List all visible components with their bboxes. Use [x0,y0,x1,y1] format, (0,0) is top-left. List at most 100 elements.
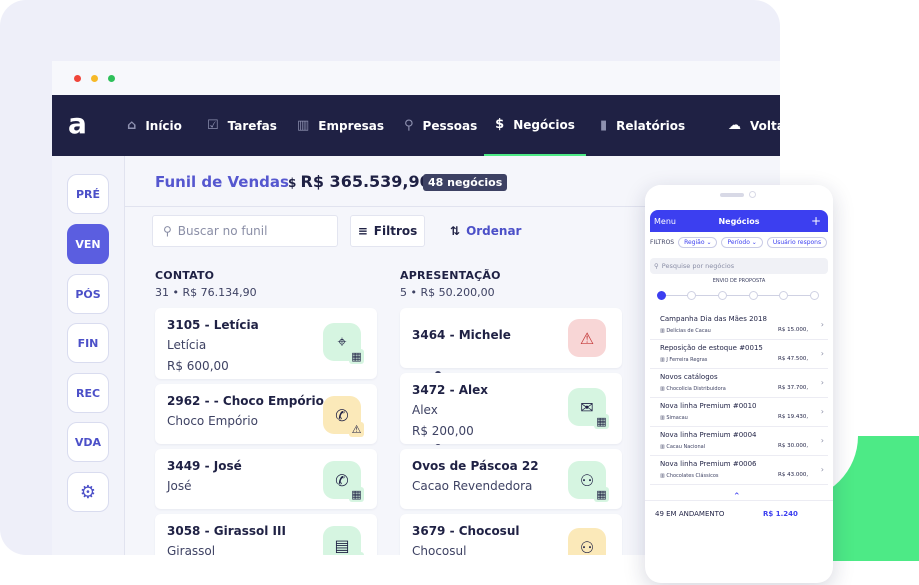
chevron-right-icon: › [820,349,824,358]
stage-step[interactable] [749,291,758,300]
phone-call-icon[interactable]: ✆ ⚠ [323,396,364,437]
document-icon[interactable]: ▤▦ [323,526,364,555]
sidebar-item-rec[interactable]: REC [67,373,109,413]
sidebar-item-ven[interactable]: VEN [67,224,109,264]
calendar-icon: ▦ [349,349,364,364]
sort-icon: ⇅ [450,224,461,238]
deal-value: R$ 30.000, [778,443,809,449]
page-title: Funil de Vendas [155,173,289,191]
sidebar-item-vda[interactable]: VDA [67,422,109,462]
deal-contact: Alex [412,403,438,417]
chevron-right-icon: › [820,465,824,474]
deal-card[interactable]: 3464 - Michele ⚠ [400,308,622,368]
alert-triangle-icon[interactable]: ⚠ [568,319,606,357]
phone-mockup: Menu Negócios + FILTROS Região ⌄ Período… [645,185,833,583]
nav-item-empresas[interactable]: ▥ Empresas [297,95,384,156]
warning-icon: ⚠ [349,422,364,437]
search-icon: ⚲ [654,262,659,270]
chevron-right-icon: › [820,378,824,387]
chevron-up-icon[interactable]: ⌃ [733,492,741,502]
deal-card[interactable]: 3105 - Letícia Letícia R$ 600,00 ⌖ ▦ [155,308,377,379]
chevron-right-icon: › [820,436,824,445]
column-summary-contato: 31 • R$ 76.134,90 [155,286,257,299]
deal-title: Novos catálogos [660,373,718,381]
people-icon[interactable]: ⚇ [568,528,606,555]
stage-step[interactable] [810,291,819,300]
chip-label: Região [684,238,705,246]
sidebar-settings-gear-icon[interactable]: ⚙ [67,472,109,512]
list-item[interactable]: Nova linha Premium #0010 ▥ Simacau R$ 19… [650,398,828,427]
nav-item-pessoas[interactable]: ⚲ Pessoas [404,95,477,156]
nav-item-tarefas[interactable]: ☑ Tarefas [207,95,277,156]
maximize-dot-icon[interactable] [108,75,115,82]
list-item[interactable]: Novos catálogos ▥ Chocolicia Distribuido… [650,369,828,398]
list-item[interactable]: Nova linha Premium #0004 ▥ Cacau Naciona… [650,427,828,456]
chip-label: Usuário respons [772,238,822,246]
nav-label: Início [145,118,182,133]
calendar-icon: ▦ [349,487,364,502]
minimize-dot-icon[interactable] [91,75,98,82]
chip-usuario[interactable]: Usuário respons [766,236,828,248]
chip-regiao[interactable]: Região ⌄ [678,236,718,248]
list-item[interactable]: Campanha Dia das Mães 2018 ▥ Delícias de… [650,311,828,340]
deal-card[interactable]: 3679 - Chocosul Chocosul ⚇ [400,514,622,555]
building-icon: ▥ [297,118,310,133]
sort-button[interactable]: ⇅ Ordenar [450,215,521,247]
company-name: Delícias de Cacau [666,328,711,334]
sidebar-item-pre[interactable]: PRÉ [67,174,109,214]
filters-label: Filtros [373,224,418,238]
close-dot-icon[interactable] [74,75,81,82]
column-title-apresentacao: APRESENTAÇÃO [400,269,501,282]
nav-item-relatorios[interactable]: ▮ Relatórios [600,95,685,156]
stage-step[interactable] [687,291,696,300]
dollar-cycle-icon: $ [288,176,301,190]
nav-label: Negócios [513,117,575,132]
deal-contact: Chocosul [412,544,467,555]
nav-item-inicio[interactable]: ⌂ Início [127,95,182,156]
deal-contact: Letícia [167,338,207,352]
deal-contact: José [167,479,192,493]
list-item[interactable]: Reposição de estoque #0015 ▥ J Ferreira … [650,340,828,369]
nav-item-volta[interactable]: ☁ Volta [728,95,780,156]
deal-title: Reposição de estoque #0015 [660,344,763,352]
deal-card[interactable]: 3058 - Girassol III Girassol ▤▦ [155,514,377,555]
deal-card[interactable]: Ovos de Páscoa 22 Cacao Revendedora ⚇ ▦ [400,449,622,509]
phone-call-icon[interactable]: ✆ ▦ [323,461,364,502]
in-progress-count: 49 EM ANDAMENTO [655,510,725,518]
chevron-right-icon: › [820,320,824,329]
cloud-return-icon: ☁ [728,118,741,133]
nav-label: Relatórios [616,118,686,133]
bar-chart-icon: ▮ [600,118,608,133]
search-icon: ⚲ [163,224,172,238]
deal-value: R$ 200,00 [412,424,474,438]
people-icon[interactable]: ⚇ ▦ [568,461,609,502]
phone-footer: ⌃ 49 EM ANDAMENTO R$ 1.240 [645,492,833,530]
stage-step[interactable] [657,291,666,300]
deal-company: ▥ Cacau Nacional [660,444,706,450]
phone-add-button[interactable]: + [811,214,821,228]
stepper-line [661,295,815,296]
sidebar-item-pos[interactable]: PÓS [67,274,109,314]
sidebar-item-fin[interactable]: FIN [67,323,109,363]
app-logo[interactable]: a [68,110,96,138]
location-pin-icon[interactable]: ⌖ ▦ [323,323,364,364]
nav-item-negocios[interactable]: $ Negócios [484,95,586,156]
deal-card[interactable]: 2962 - - Choco Empório Choco Empório ✆ ⚠ [155,384,377,444]
deal-card[interactable]: 3449 - José José ✆ ▦ [155,449,377,509]
chip-periodo[interactable]: Período ⌄ [721,236,763,248]
stage-step[interactable] [718,291,727,300]
company-name: Cacau Nacional [666,444,706,450]
in-progress-value: R$ 1.240 [763,510,798,518]
home-icon: ⌂ [127,118,137,133]
stage-step[interactable] [779,291,788,300]
deal-card[interactable]: 3472 - Alex Alex R$ 200,00 ✉ ▦ [400,373,622,444]
funnel-search-input[interactable]: ⚲ Buscar no funil [152,215,338,247]
browser-titlebar [52,61,780,95]
deal-title: Nova linha Premium #0010 [660,402,757,410]
deal-company: ▥ Chocolates Clássicos [660,473,719,479]
phone-search-input[interactable]: ⚲ Pesquise por negócios [650,258,828,274]
list-item[interactable]: Nova linha Premium #0006 ▥ Chocolates Cl… [650,456,828,485]
funnel-total: $ R$ 365.539,90 [288,172,431,191]
filters-button[interactable]: ≡ Filtros [350,215,425,247]
mail-icon[interactable]: ✉ ▦ [568,388,609,429]
